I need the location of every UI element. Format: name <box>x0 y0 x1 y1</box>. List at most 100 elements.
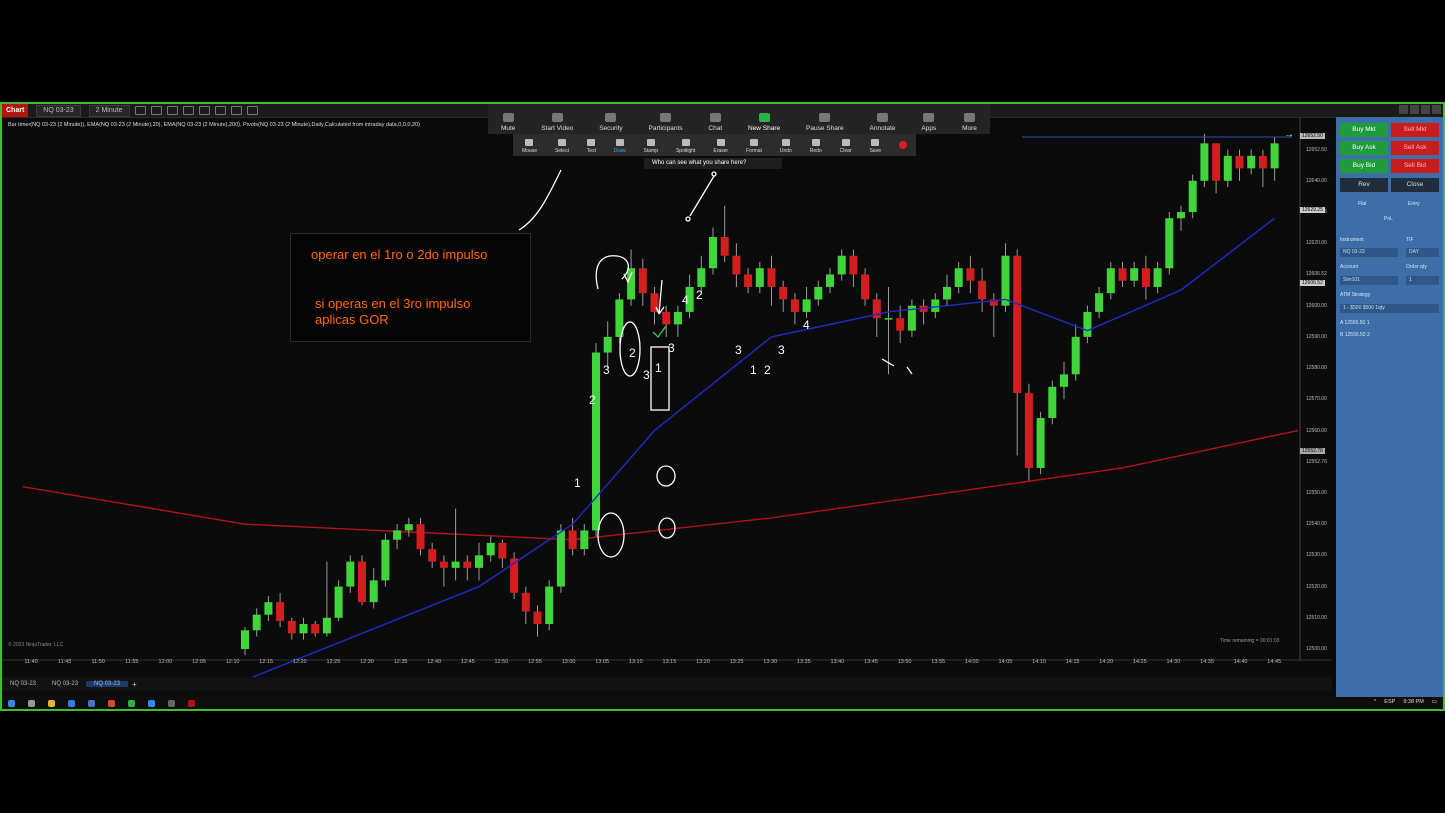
zoom-more-button[interactable]: More <box>962 113 977 134</box>
zoom-participants-button[interactable]: Participants <box>649 113 683 134</box>
tab-2[interactable]: NQ 03-23 <box>44 681 86 687</box>
ninjatrader-icon[interactable] <box>168 699 175 707</box>
chevron-up-icon[interactable]: ^ <box>1374 699 1377 705</box>
buy-bid-button[interactable]: Buy Bid <box>1340 159 1388 173</box>
handwritten-number: 3 <box>668 341 675 355</box>
candlestick-chart[interactable]: → 12323 134 231 234 <box>2 104 1443 709</box>
tool-stamp[interactable]: Stamp <box>644 139 658 156</box>
candle-up <box>1048 386 1057 419</box>
tool-undo[interactable]: Undo <box>780 139 792 156</box>
tif-field[interactable]: DAY <box>1406 248 1439 257</box>
time-tick: 12:25 <box>326 659 341 665</box>
tab-3[interactable]: NQ 03-23 <box>86 681 129 687</box>
spotify-icon[interactable] <box>128 699 135 707</box>
tool-select[interactable]: Select <box>555 139 569 156</box>
zoom-apps-button[interactable]: Apps <box>921 113 936 134</box>
notification-icon[interactable]: ▭ <box>1432 699 1437 705</box>
tool-mouse[interactable]: Mouse <box>522 139 537 156</box>
zoom-chat-button[interactable]: Chat <box>708 113 722 134</box>
candle-down <box>463 561 472 568</box>
draw-tool-icon[interactable] <box>150 106 162 115</box>
save-icon <box>871 139 880 146</box>
sell-ask-button[interactable]: Sell Ask <box>1391 141 1439 155</box>
time-tick: 13:20 <box>696 659 710 665</box>
store-icon[interactable] <box>68 699 75 707</box>
sell-bid-button[interactable]: Sell Bid <box>1391 159 1439 173</box>
time-tick: 14:05 <box>998 659 1013 665</box>
tool-eraser[interactable]: Eraser <box>713 139 728 156</box>
order-qty-field[interactable]: 1 <box>1406 276 1439 285</box>
strategy-icon[interactable] <box>198 106 210 115</box>
crosshair-icon[interactable] <box>230 106 242 115</box>
bar-type-icon[interactable] <box>134 106 146 115</box>
price-tick: 12552.76 <box>1306 458 1327 465</box>
zoom-app-icon[interactable] <box>148 699 155 707</box>
tif-label: TIF <box>1406 237 1414 243</box>
chat-icon <box>709 113 721 122</box>
windows-start-icon[interactable] <box>8 699 15 707</box>
restore-icon[interactable] <box>1421 105 1430 114</box>
add-tab-icon[interactable]: + <box>132 680 137 689</box>
zoom-video-button[interactable]: Start Video <box>541 113 573 134</box>
time-tick: 13:25 <box>729 659 744 665</box>
close-position-button[interactable]: Close <box>1391 178 1439 192</box>
tool-format[interactable]: Format <box>746 139 762 156</box>
tool-spotlight[interactable]: Spotlight <box>676 139 695 156</box>
instrument-selector[interactable]: NQ 03-23 <box>36 104 81 117</box>
minimize-icon[interactable] <box>1399 105 1408 114</box>
candle-up <box>299 624 308 634</box>
buy-mkt-button[interactable]: Buy Mkt <box>1340 123 1388 137</box>
zoom-icon[interactable] <box>166 106 178 115</box>
windows-taskbar: ^ ESP 9:38 PM ▭ <box>2 697 1443 709</box>
account-field[interactable]: Sim101 <box>1340 276 1398 285</box>
chart-trader-panel: Buy Mkt Sell Mkt Buy Ask Sell Ask Buy Bi… <box>1336 117 1443 697</box>
instrument-field[interactable]: NQ 03-23 <box>1340 248 1398 257</box>
rev-button[interactable]: Rev <box>1340 178 1388 192</box>
zoom-pause-share-button[interactable]: Pause Share <box>806 113 844 134</box>
close-icon[interactable] <box>1432 105 1441 114</box>
tool-redo[interactable]: Redo <box>810 139 822 156</box>
tab-1[interactable]: NQ 03-23 <box>2 681 44 687</box>
pointer-icon[interactable] <box>214 106 226 115</box>
time-tick: 13:40 <box>830 659 845 665</box>
properties-icon[interactable] <box>246 106 258 115</box>
note-line-2: si operas en el 3ro impulso <box>315 296 471 311</box>
zoom-security-button[interactable]: Security <box>599 113 623 134</box>
chrome-icon[interactable] <box>108 699 115 707</box>
candle-down <box>779 286 788 300</box>
close-annotate-icon[interactable] <box>898 141 907 149</box>
eraser-icon <box>716 139 725 146</box>
edge-icon[interactable] <box>88 699 95 707</box>
tool-draw[interactable]: Draw <box>614 139 626 156</box>
tool-clear[interactable]: Clear <box>840 139 852 156</box>
candle-up <box>837 255 846 275</box>
app-icon[interactable] <box>188 699 195 707</box>
candle-down <box>720 237 729 256</box>
tool-save[interactable]: Save <box>870 139 881 156</box>
interval-selector[interactable]: 2 Minute <box>88 104 130 117</box>
atm-strategy-field[interactable]: 1 - $500 $500 1qty <box>1340 304 1439 313</box>
zoom-new-share-button[interactable]: New Share <box>748 113 780 134</box>
pnl-label: PnL <box>1384 216 1393 222</box>
sell-mkt-button[interactable]: Sell Mkt <box>1391 123 1439 137</box>
buy-ask-button[interactable]: Buy Ask <box>1340 141 1388 155</box>
tool-text[interactable]: Text <box>587 139 596 156</box>
who-can-see-link[interactable]: Who can see what you share here? <box>644 158 782 169</box>
search-icon[interactable] <box>28 699 35 707</box>
candle-down <box>428 549 437 562</box>
handwritten-number: 3 <box>643 368 650 382</box>
tray-lang[interactable]: ESP <box>1384 699 1395 705</box>
copyright: © 2023 NinjaTrader, LLC <box>8 642 64 648</box>
zoom-annotate-button[interactable]: Annotate <box>870 113 896 134</box>
zoom-mute-button[interactable]: Mute <box>501 113 515 134</box>
price-tag-current: 12629.25 <box>1300 207 1325 213</box>
price-tick: 12620.00 <box>1306 240 1327 247</box>
indicator-icon[interactable] <box>182 106 194 115</box>
time-tick: 13:45 <box>864 659 878 665</box>
maximize-icon[interactable] <box>1410 105 1419 114</box>
folder-icon[interactable] <box>48 699 55 707</box>
trash-icon <box>841 139 850 146</box>
candle-down <box>287 620 296 634</box>
time-tick: 14:45 <box>1267 659 1282 665</box>
system-tray: ^ ESP 9:38 PM ▭ <box>1374 699 1437 705</box>
